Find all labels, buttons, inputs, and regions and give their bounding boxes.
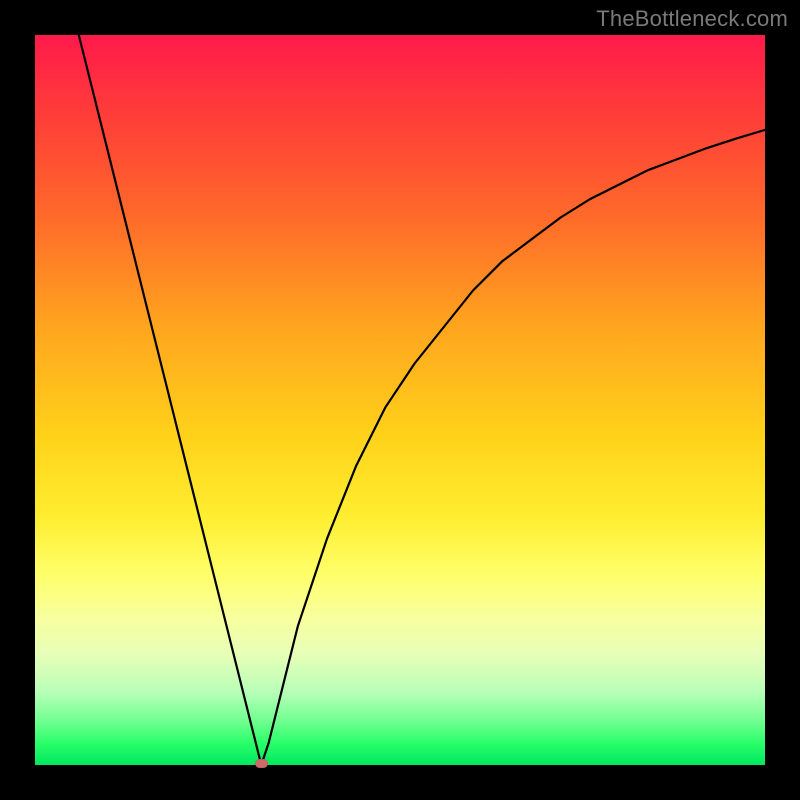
chart-frame: TheBottleneck.com [0, 0, 800, 800]
curve-svg [35, 35, 765, 765]
bottleneck-curve [79, 35, 765, 765]
optimum-marker [255, 759, 268, 768]
watermark-text: TheBottleneck.com [596, 6, 788, 32]
plot-area [35, 35, 765, 765]
